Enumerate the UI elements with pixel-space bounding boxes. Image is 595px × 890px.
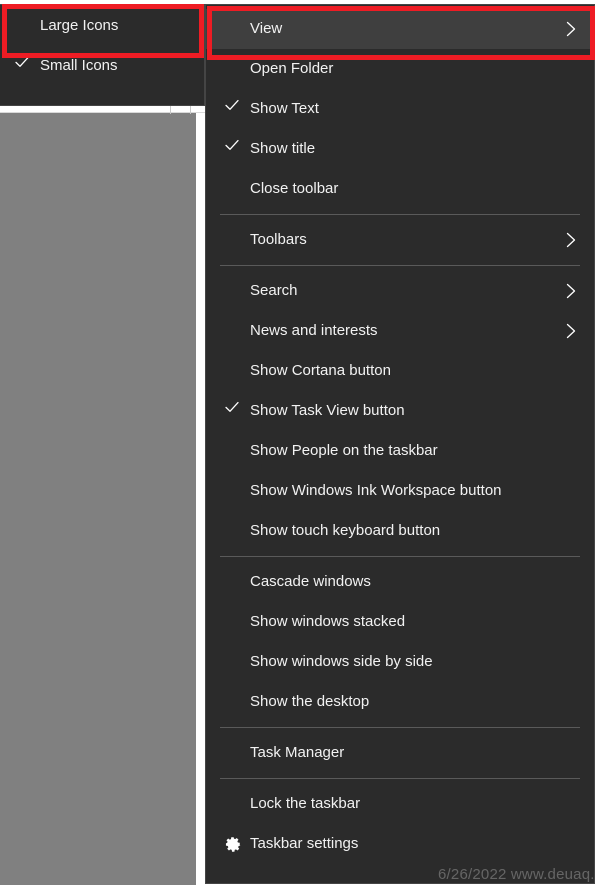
- menu-item-show-title[interactable]: Show title: [206, 129, 594, 169]
- menu-item-label: Taskbar settings: [250, 835, 359, 852]
- menu-item-label: Close toolbar: [250, 180, 339, 197]
- menu-separator: [220, 556, 580, 557]
- menu-item-show-text[interactable]: Show Text: [206, 89, 594, 129]
- menu-separator: [220, 778, 580, 779]
- menu-item-label: Toolbars: [250, 231, 307, 248]
- chevron-right-icon: [564, 271, 578, 311]
- menu-item-lock-the-taskbar[interactable]: Lock the taskbar: [206, 784, 594, 824]
- chevron-right-icon: [564, 9, 578, 49]
- chevron-right-icon: [564, 311, 578, 351]
- background-window: [0, 105, 205, 890]
- menu-item-label: Show Text: [250, 100, 319, 117]
- menu-item-label: Show Cortana button: [250, 362, 391, 379]
- taskbar-context-menu: View Open Folder Show Text Show title Close …: [205, 4, 595, 884]
- menu-item-taskbar-settings[interactable]: Taskbar settings: [206, 824, 594, 864]
- menu-item-label: Show windows stacked: [250, 613, 406, 630]
- menu-item-label: News and interests: [250, 322, 378, 339]
- menu-item-label: Show touch keyboard button: [250, 522, 441, 539]
- menu-item-label: Show title: [250, 140, 316, 157]
- submenu-item-label: Large Icons: [40, 17, 119, 34]
- menu-item-label: Show Windows Ink Workspace button: [250, 482, 502, 499]
- menu-item-label: Search: [250, 282, 298, 299]
- menu-item-show-windows-ink-workspace-button[interactable]: Show Windows Ink Workspace button: [206, 471, 594, 511]
- background-window-titlebar: [0, 105, 205, 114]
- menu-item-show-task-view-button[interactable]: Show Task View button: [206, 391, 594, 431]
- menu-item-label: Show the desktop: [250, 693, 370, 710]
- menu-item-news-and-interests[interactable]: News and interests: [206, 311, 594, 351]
- menu-item-label: Open Folder: [250, 60, 334, 77]
- submenu-item-label: Small Icons: [40, 57, 118, 74]
- submenu-item-small-icons[interactable]: Small Icons: [0, 46, 204, 86]
- menu-item-view[interactable]: View: [206, 9, 594, 49]
- menu-item-label: Lock the taskbar: [250, 795, 361, 812]
- check-icon: [14, 46, 30, 86]
- check-icon: [224, 89, 240, 129]
- menu-item-open-folder[interactable]: Open Folder: [206, 49, 594, 89]
- submenu-item-large-icons[interactable]: Large Icons: [0, 6, 204, 46]
- menu-item-search[interactable]: Search: [206, 271, 594, 311]
- menu-separator: [220, 214, 580, 215]
- menu-item-label: Show Task View button: [250, 402, 405, 419]
- menu-item-show-windows-side-by-side[interactable]: Show windows side by side: [206, 642, 594, 682]
- menu-item-label: Show windows side by side: [250, 653, 433, 670]
- menu-item-show-the-desktop[interactable]: Show the desktop: [206, 682, 594, 722]
- menu-item-label: Task Manager: [250, 744, 345, 761]
- menu-item-show-touch-keyboard-button[interactable]: Show touch keyboard button: [206, 511, 594, 551]
- menu-item-cascade-windows[interactable]: Cascade windows: [206, 562, 594, 602]
- check-icon: [224, 391, 240, 431]
- menu-item-show-people-on-the-taskbar[interactable]: Show People on the taskbar: [206, 431, 594, 471]
- menu-item-label: Cascade windows: [250, 573, 371, 590]
- chevron-right-icon: [564, 220, 578, 260]
- menu-item-show-cortana-button[interactable]: Show Cortana button: [206, 351, 594, 391]
- gear-icon: [224, 835, 242, 853]
- background-window-tickmark-b: [190, 105, 191, 114]
- check-icon: [224, 129, 240, 169]
- menu-item-close-toolbar[interactable]: Close toolbar: [206, 169, 594, 209]
- view-submenu: Large Icons Small Icons: [0, 4, 205, 106]
- menu-item-show-windows-stacked[interactable]: Show windows stacked: [206, 602, 594, 642]
- menu-item-label: View: [250, 20, 283, 37]
- menu-separator: [220, 265, 580, 266]
- menu-item-label: Show People on the taskbar: [250, 442, 438, 459]
- background-window-canvas: [0, 113, 196, 885]
- menu-separator: [220, 727, 580, 728]
- watermark: 6/26/2022 www.deuaq.com: [438, 866, 595, 883]
- menu-item-task-manager[interactable]: Task Manager: [206, 733, 594, 773]
- menu-item-toolbars[interactable]: Toolbars: [206, 220, 594, 260]
- background-window-tickmark-a: [170, 105, 171, 114]
